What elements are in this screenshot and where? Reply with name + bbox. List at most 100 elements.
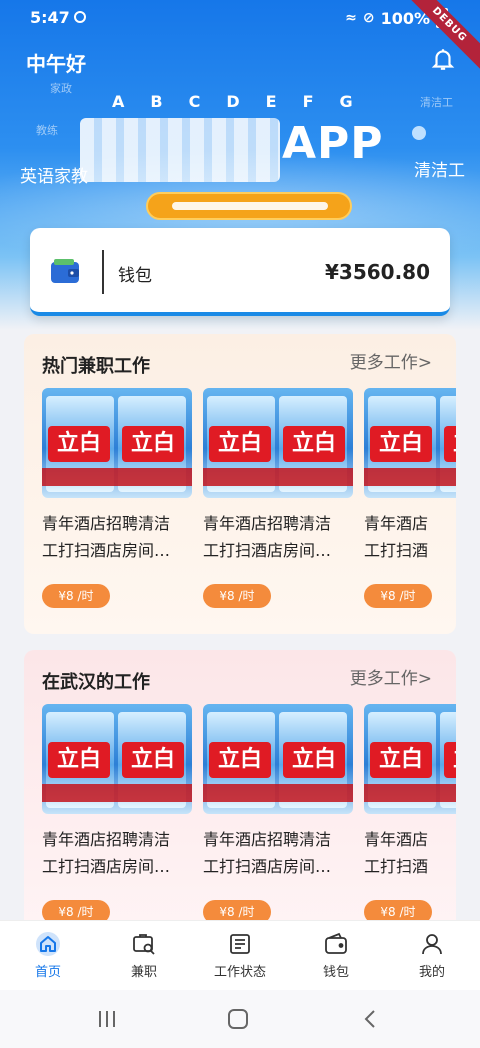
job-card-image: 立白 立白 xyxy=(42,704,192,814)
more-jobs-link[interactable]: 更多工作> xyxy=(350,348,432,373)
banner-pill-redacted xyxy=(172,202,328,210)
job-card-title: 青年酒店招聘清洁 工打扫酒店房间… xyxy=(42,510,192,564)
banner-decor-dot xyxy=(412,126,426,140)
brand-logo: 立白 xyxy=(370,742,432,778)
brand-logo: 立白 xyxy=(370,426,432,462)
job-title-line: 工打扫酒 xyxy=(364,541,429,560)
job-card[interactable]: 立白 立白 青年酒店招聘清洁 工打扫酒店房间… ¥8 /时 xyxy=(203,704,353,924)
job-card[interactable]: 立白 立白 青年酒店招聘清洁 工打扫酒店房间… ¥8 /时 xyxy=(42,704,192,924)
wallet-icon xyxy=(325,932,347,954)
home-icon xyxy=(36,932,60,956)
brand-logo: 立白 xyxy=(48,742,110,778)
banner-letter: F xyxy=(302,92,314,111)
wifi-icon: ≈ xyxy=(345,10,357,26)
wallet-icon xyxy=(51,259,79,283)
status-time: 5:47 xyxy=(30,8,70,27)
job-title-line: 青年酒店招聘清洁 xyxy=(42,830,171,849)
job-card-image: 立白 立白 xyxy=(42,388,192,498)
brand-logo: 立白 xyxy=(48,426,110,462)
job-title-line: 青年酒店招聘清洁 xyxy=(203,514,332,533)
banner-tag-faint: 清洁工 xyxy=(420,96,453,109)
job-card-title: 青年酒店招聘清洁 工打扫酒店房间… xyxy=(203,510,353,564)
job-card-image: 立白 立白 xyxy=(203,388,353,498)
job-card-image: 立白 立白 xyxy=(364,388,456,498)
nav-item-profile[interactable]: 我的 xyxy=(384,921,480,990)
banner-letter: G xyxy=(339,92,353,111)
bottom-nav: 首页 兼职 工作状态 钱包 我的 xyxy=(0,920,480,990)
greeting-text: 中午好 xyxy=(26,52,86,76)
job-card[interactable]: 立白 立白 青年酒店招聘清洁 工打扫酒店房间… ¥8 /时 xyxy=(203,388,353,608)
brand-logo: 立白 xyxy=(122,742,184,778)
nav-label: 首页 xyxy=(34,965,61,980)
wuhan-jobs-section: 在武汉的工作 更多工作> 立白 立白 青年酒店招聘清洁 工打扫酒店房间… ¥8 … xyxy=(24,650,456,940)
nav-item-work-status[interactable]: 工作状态 xyxy=(192,921,288,990)
nav-item-parttime[interactable]: 兼职 xyxy=(96,921,192,990)
job-card-list: 立白 立白 青年酒店招聘清洁 工打扫酒店房间… ¥8 /时 立白 立白 青年酒店… xyxy=(42,704,456,924)
section-title: 在武汉的工作 xyxy=(42,672,150,693)
more-jobs-link[interactable]: 更多工作> xyxy=(350,664,432,689)
banner-tag-left: 英语家教 xyxy=(20,167,88,187)
job-card[interactable]: 立白 立白 青年酒店 工打扫酒 ¥8 /时 xyxy=(364,704,456,924)
banner-tag-faint: 教练 xyxy=(36,124,58,137)
bell-icon[interactable] xyxy=(430,46,456,72)
banner-letter: A xyxy=(112,92,125,111)
job-card-title: 青年酒店招聘清洁 工打扫酒店房间… xyxy=(203,826,353,880)
banner-letter: B xyxy=(150,92,163,111)
nav-item-wallet[interactable]: 钱包 xyxy=(288,921,384,990)
job-card-image: 立白 立白 xyxy=(203,704,353,814)
banner-letter: C xyxy=(188,92,201,111)
job-title-line: 工打扫酒 xyxy=(364,857,429,876)
job-title-line: 青年酒店 xyxy=(364,830,429,849)
job-search-icon xyxy=(133,934,155,955)
brand-logo: 立白 xyxy=(444,426,456,462)
banner-title-redacted xyxy=(80,118,280,182)
nav-label: 兼职 xyxy=(130,965,157,980)
nav-label: 工作状态 xyxy=(213,965,266,980)
section-title: 热门兼职工作 xyxy=(42,356,150,377)
wallet-divider xyxy=(102,250,104,294)
job-card-list: 立白 立白 青年酒店招聘清洁 工打扫酒店房间… ¥8 /时 立白 立白 青年酒店… xyxy=(42,388,456,608)
banner-letter: E xyxy=(265,92,277,111)
banner-letter: D xyxy=(226,92,240,111)
job-title-line: 工打扫酒店房间… xyxy=(42,857,171,876)
back-icon[interactable] xyxy=(360,1008,382,1030)
nav-label: 钱包 xyxy=(322,965,349,980)
notification-icon xyxy=(74,11,86,23)
brand-logo: 立白 xyxy=(209,742,271,778)
job-title-line: 工打扫酒店房间… xyxy=(203,857,332,876)
nav-label: 我的 xyxy=(418,965,445,980)
job-card-title: 青年酒店 工打扫酒 xyxy=(364,510,456,564)
banner-tag-faint: 家政 xyxy=(50,82,72,95)
nav-item-home[interactable]: 首页 xyxy=(0,921,96,990)
job-card-title: 青年酒店 工打扫酒 xyxy=(364,826,456,880)
brand-logo: 立白 xyxy=(283,426,345,462)
job-card-title: 青年酒店招聘清洁 工打扫酒店房间… xyxy=(42,826,192,880)
job-title-line: 青年酒店招聘清洁 xyxy=(42,514,171,533)
recent-apps-icon[interactable] xyxy=(96,1008,118,1030)
banner-app-title: APP xyxy=(282,118,384,169)
brand-logo: 立白 xyxy=(209,426,271,462)
dnd-icon: ⊘ xyxy=(362,10,375,26)
brand-logo: 立白 xyxy=(444,742,456,778)
job-title-line: 青年酒店 xyxy=(364,514,429,533)
brand-logo: 立白 xyxy=(122,426,184,462)
wallet-balance: ¥3560.80 xyxy=(324,260,430,284)
home-button-icon[interactable] xyxy=(227,1008,249,1030)
job-card[interactable]: 立白 立白 青年酒店招聘清洁 工打扫酒店房间… ¥8 /时 xyxy=(42,388,192,608)
system-nav-bar xyxy=(0,990,480,1048)
job-price-badge: ¥8 /时 xyxy=(42,584,110,608)
status-bar: 5:47 ≈ ⊘ 100% xyxy=(0,0,480,34)
job-title-line: 工打扫酒店房间… xyxy=(42,541,171,560)
job-price-badge: ¥8 /时 xyxy=(364,584,432,608)
work-status-icon xyxy=(230,934,250,954)
job-price-badge: ¥8 /时 xyxy=(203,584,271,608)
job-title-line: 工打扫酒店房间… xyxy=(203,541,332,560)
job-card-image: 立白 立白 xyxy=(364,704,456,814)
wallet-card[interactable]: 钱包 ¥3560.80 xyxy=(30,228,450,316)
hot-jobs-section: 热门兼职工作 更多工作> 立白 立白 青年酒店招聘清洁 工打扫酒店房间… ¥8 … xyxy=(24,334,456,634)
banner-pill-button[interactable] xyxy=(146,192,352,220)
banner-tag-right: 清洁工 xyxy=(414,161,465,181)
banner-letters: A B C D E F G xyxy=(112,92,353,111)
job-card[interactable]: 立白 立白 青年酒店 工打扫酒 ¥8 /时 xyxy=(364,388,456,608)
brand-logo: 立白 xyxy=(283,742,345,778)
